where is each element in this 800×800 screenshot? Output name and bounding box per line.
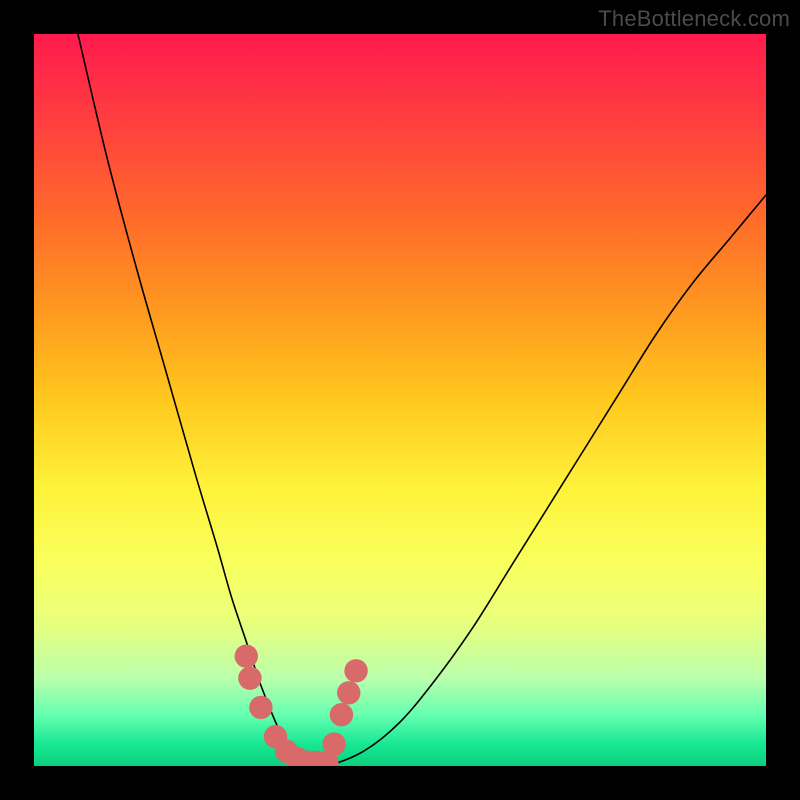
highlight-dot <box>330 703 353 726</box>
highlight-dot <box>235 644 258 667</box>
highlight-dot <box>238 666 261 689</box>
highlight-dot <box>249 696 272 719</box>
highlight-dot <box>344 659 367 682</box>
highlight-dot <box>322 732 345 755</box>
curve-svg <box>34 34 766 766</box>
highlight-dot <box>337 681 360 704</box>
highlight-dots <box>235 644 368 766</box>
bottleneck-curve <box>78 34 766 766</box>
plot-area <box>34 34 766 766</box>
watermark-text: TheBottleneck.com <box>598 6 790 32</box>
chart-container: TheBottleneck.com <box>0 0 800 800</box>
